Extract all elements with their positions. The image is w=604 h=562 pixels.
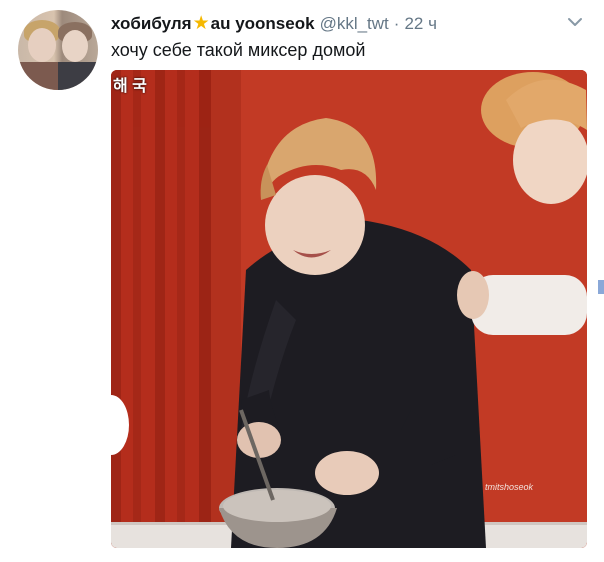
chevron-down-icon[interactable] (566, 13, 584, 31)
avatar[interactable] (18, 10, 98, 90)
display-name[interactable]: хобибуля (111, 14, 192, 34)
star-icon: ★ (192, 13, 210, 34)
tweet-text: хочу себе такой миксер домой (111, 40, 366, 60)
video-frame (111, 70, 587, 548)
user-handle[interactable]: @kkl_twt (320, 14, 389, 34)
video-overlay-text: 해 국 (113, 78, 147, 95)
scrollbar-indicator[interactable] (598, 280, 604, 294)
display-name-suffix[interactable]: au yoonseok (211, 14, 315, 34)
tweet-media-video[interactable]: 해 국 tmitshoseok (111, 70, 587, 548)
timestamp[interactable]: 22 ч (404, 14, 437, 34)
tweet-header: хобибуля ★ au yoonseok @kkl_twt · 22 ч (111, 14, 437, 34)
video-watermark: tmitshoseok (484, 482, 533, 492)
separator: · (393, 14, 400, 33)
